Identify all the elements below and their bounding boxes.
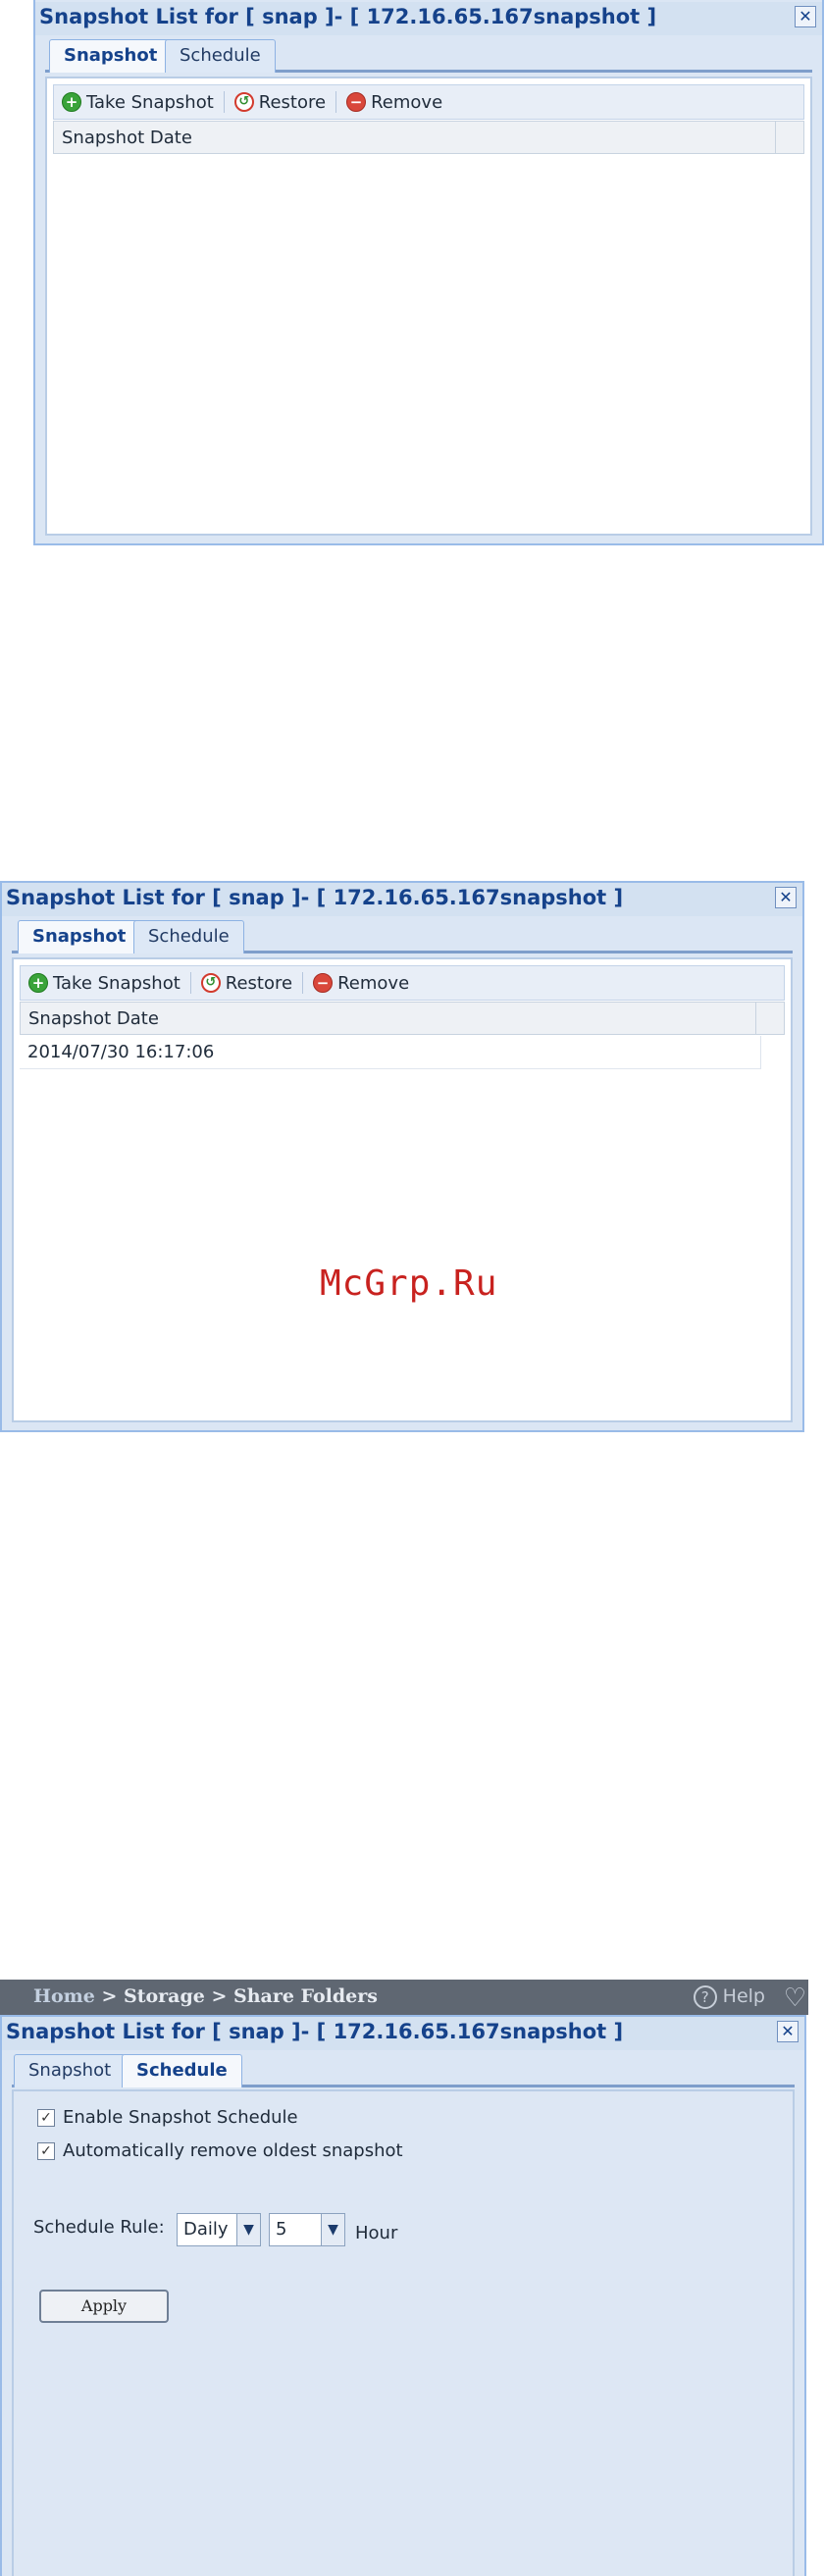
hour-select[interactable]: 5 ▼ [269,2213,345,2246]
help-button[interactable]: ? Help [693,1985,765,2009]
auto-remove-checkbox[interactable]: ✓ [37,2141,55,2160]
tab-snapshot[interactable]: Snapshot [49,39,173,73]
chevron-down-icon[interactable]: ▼ [236,2214,260,2245]
toolbar: + Take Snapshot ↺ Restore − Remove [20,965,785,1001]
remove-label: Remove [337,972,410,994]
snapshot-panel: + Take Snapshot ↺ Restore − Remove Snapshot… [12,957,793,1422]
help-icon: ? [693,1985,717,2009]
enable-schedule-checkbox[interactable]: ✓ [37,2108,55,2127]
take-snapshot-button[interactable]: + Take Snapshot [62,92,214,113]
close-icon[interactable]: ✕ [795,6,816,27]
column-divider [775,122,776,153]
column-header-label: Snapshot Date [28,1008,159,1029]
breadcrumb-home-link[interactable]: Home [33,1985,95,2007]
table-row[interactable]: 2014/07/30 16:17:06 [20,1036,761,1069]
tab-schedule[interactable]: Schedule [165,39,276,73]
enable-schedule-label: Enable Snapshot Schedule [63,2107,298,2128]
column-header-snapshot-date[interactable]: Snapshot Date [53,121,804,154]
toolbar-separator [302,972,304,994]
watermark: McGrp.Ru [320,1263,498,1304]
toolbar-separator [335,91,337,113]
tab-strip: Snapshot Schedule [12,918,793,953]
apply-button[interactable]: Apply [39,2290,169,2323]
hour-label: Hour [355,2223,398,2243]
take-snapshot-button[interactable]: + Take Snapshot [28,973,180,994]
add-icon: + [28,973,48,993]
breadcrumb-path: > Storage > Share Folders [94,1985,378,2007]
close-icon[interactable]: ✕ [775,887,797,908]
auto-remove-label: Automatically remove oldest snapshot [63,2140,403,2161]
close-icon[interactable]: ✕ [777,2021,799,2042]
add-icon: + [62,92,81,112]
toolbar: + Take Snapshot ↺ Restore − Remove [53,84,804,120]
snapshot-dialog-1: Snapshot List for [ snap ]- [ 172.16.65.… [33,0,824,545]
tab-snapshot[interactable]: Snapshot [18,920,141,953]
chevron-down-icon[interactable]: ▼ [321,2214,344,2245]
column-header-label: Snapshot Date [62,128,192,148]
restore-label: Restore [225,972,293,994]
snapshot-dialog-3: Snapshot List for [ snap ]- [ 172.16.65.… [0,2015,806,2576]
take-snapshot-label: Take Snapshot [53,972,180,994]
heart-icon[interactable]: ♡ [784,1984,806,2013]
column-header-snapshot-date[interactable]: Snapshot Date [20,1002,785,1035]
remove-icon: − [346,92,367,112]
restore-icon: ↺ [200,973,221,993]
restore-button[interactable]: ↺ Restore [233,91,327,113]
breadcrumb: Home > Storage > Share Folders ? Help ♡ [0,1980,808,2015]
restore-button[interactable]: ↺ Restore [200,972,293,994]
restore-icon: ↺ [233,92,254,112]
snapshot-dialog-2: Snapshot List for [ snap ]- [ 172.16.65.… [0,881,804,1432]
remove-icon: − [313,973,334,993]
schedule-panel: ✓ Enable Snapshot Schedule ✓ Automatical… [12,2089,795,2576]
schedule-rule-label: Schedule Rule: [33,2217,165,2238]
auto-remove-row[interactable]: ✓ Automatically remove oldest snapshot [37,2140,403,2161]
tab-schedule[interactable]: Schedule [133,920,244,953]
tab-strip: Snapshot Schedule [45,37,812,73]
remove-button[interactable]: − Remove [313,973,409,994]
frequency-value: Daily [183,2219,229,2240]
toolbar-separator [223,91,225,113]
dialog-title: Snapshot List for [ snap ]- [ 172.16.65.… [2,883,802,916]
frequency-select[interactable]: Daily ▼ [177,2213,261,2246]
toolbar-separator [189,972,191,994]
hour-value: 5 [276,2219,287,2240]
tab-schedule[interactable]: Schedule [122,2054,242,2087]
take-snapshot-label: Take Snapshot [86,91,214,113]
restore-label: Restore [258,91,327,113]
tab-snapshot[interactable]: Snapshot [14,2054,127,2087]
column-divider [755,1003,756,1034]
enable-schedule-row[interactable]: ✓ Enable Snapshot Schedule [37,2107,298,2128]
snapshot-panel: + Take Snapshot ↺ Restore − Remove Snapshot… [45,77,812,536]
tab-strip: Snapshot Schedule [12,2052,795,2087]
remove-label: Remove [371,91,443,113]
dialog-title: Snapshot List for [ snap ]- [ 172.16.65.… [2,2017,804,2050]
remove-button[interactable]: − Remove [346,92,442,113]
help-label: Help [722,1985,765,2007]
dialog-title: Snapshot List for [ snap ]- [ 172.16.65.… [35,2,822,35]
